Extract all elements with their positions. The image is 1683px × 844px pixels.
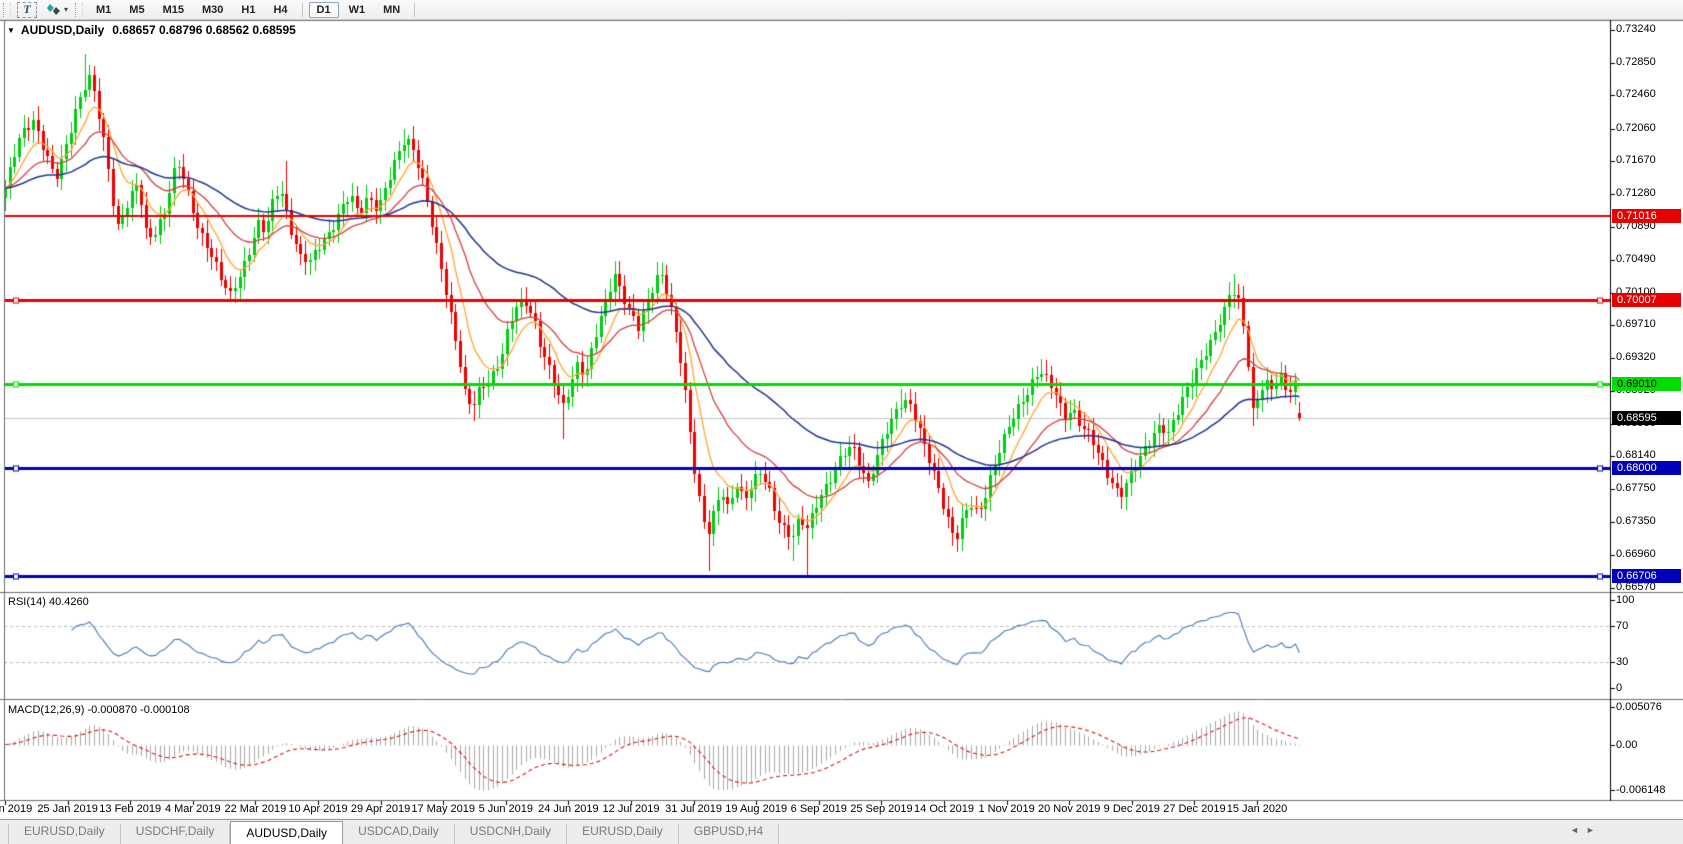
symbol-tab-usdcad-daily[interactable]: USDCAD,Daily (343, 824, 455, 844)
toolbar-grip[interactable] (75, 3, 83, 17)
rsi-scale-tick: 0 (1616, 682, 1622, 694)
price-axis-tick: 0.69320 (1616, 351, 1656, 363)
arrow-style-icon (46, 3, 61, 16)
chart-title: ▼ AUDUSD,Daily 0.68657 0.68796 0.68562 0… (7, 23, 296, 37)
date-axis-label: 7 Jan 2019 (0, 803, 32, 815)
timeframe-button-h1[interactable]: H1 (233, 2, 263, 18)
symbol-tab-usdchf-daily[interactable]: USDCHF,Daily (121, 824, 231, 844)
date-axis-label: 20 Nov 2019 (1038, 803, 1100, 815)
date-axis-label: 31 Jul 2019 (665, 803, 722, 815)
symbol-tab-gbpusd-h4[interactable]: GBPUSD,H4 (679, 824, 779, 844)
price-axis-tick: 0.71670 (1616, 154, 1656, 166)
price-axis-tick: 0.71280 (1616, 187, 1656, 199)
price-axis-tick: 0.68140 (1616, 449, 1656, 461)
date-axis-label: 25 Jan 2019 (37, 803, 98, 815)
price-axis-tick: 0.72060 (1616, 122, 1656, 134)
chart-symbol-label: AUDUSD,Daily (21, 23, 104, 37)
timeframe-button-m5[interactable]: M5 (121, 2, 152, 18)
chart-canvas[interactable] (0, 0, 1683, 843)
timeframe-toolbar: M1M5M15M30H1H4 D1W1MN (87, 2, 420, 18)
date-axis-label: 22 Mar 2019 (225, 803, 287, 815)
date-axis-label: 1 Nov 2019 (978, 803, 1034, 815)
trading-terminal: T ▾ M1M5M15M30H1H4 D1W1MN ▼ AUDUSD,Daily … (0, 0, 1683, 843)
price-axis-tick: 0.72850 (1616, 56, 1656, 68)
toolbar: T ▾ M1M5M15M30H1H4 D1W1MN (0, 0, 1683, 20)
rsi-scale-tick: 70 (1616, 620, 1628, 632)
date-axis-label: 14 Oct 2019 (914, 803, 974, 815)
macd-scale-tick: 0.00 (1616, 739, 1637, 751)
timeframe-button-m1[interactable]: M1 (88, 2, 119, 18)
timeframe-button-h4[interactable]: H4 (265, 2, 295, 18)
timeframe-button-w1[interactable]: W1 (341, 2, 374, 18)
timeframe-button-d1[interactable]: D1 (309, 2, 339, 18)
timeframe-button-m15[interactable]: M15 (155, 2, 192, 18)
level-price-badge: 0.66706 (1612, 569, 1681, 583)
date-axis-label: 24 Jun 2019 (538, 803, 599, 815)
chart-tabs-bar: EURUSD,DailyUSDCHF,DailyAUDUSD,DailyUSDC… (0, 819, 1683, 844)
collapse-triangle-icon[interactable]: ▼ (7, 26, 15, 35)
date-axis-label: 10 Apr 2019 (288, 803, 347, 815)
rsi-scale-tick: 30 (1616, 656, 1628, 668)
tabs-scroll-right-icon[interactable]: ► (1586, 825, 1595, 835)
rsi-indicator-label: RSI(14) 40.4260 (8, 596, 89, 608)
price-axis-tick: 0.72460 (1616, 88, 1656, 100)
level-price-badge: 0.70007 (1612, 293, 1681, 307)
macd-indicator-label: MACD(12,26,9) -0.000870 -0.000108 (8, 704, 190, 716)
chart-ohlc-values: 0.68657 0.68796 0.68562 0.68595 (112, 23, 296, 37)
toolbar-separator (414, 3, 415, 17)
date-axis-label: 15 Jan 2020 (1227, 803, 1288, 815)
price-axis-tick: 0.67750 (1616, 482, 1656, 494)
price-axis-tick: 0.73240 (1616, 23, 1656, 35)
level-price-badge: 0.71016 (1612, 209, 1681, 223)
symbol-tab-eurusd-daily[interactable]: EURUSD,Daily (567, 824, 679, 844)
timeframe-button-m30[interactable]: M30 (194, 2, 231, 18)
level-price-badge: 0.69010 (1612, 377, 1681, 391)
symbol-tab-usdcnh-daily[interactable]: USDCNH,Daily (455, 824, 567, 844)
dropdown-caret-icon: ▾ (64, 5, 68, 14)
toolbar-separator (302, 3, 303, 17)
date-axis-label: 25 Sep 2019 (850, 803, 912, 815)
price-axis-tick: 0.69710 (1616, 318, 1656, 330)
level-price-badge: 0.68000 (1612, 461, 1681, 475)
arrow-style-tool-button[interactable]: ▾ (42, 2, 72, 17)
text-tool-button[interactable]: T (17, 2, 37, 18)
price-axis-tick: 0.70490 (1616, 253, 1656, 265)
date-axis-label: 12 Jul 2019 (603, 803, 660, 815)
symbol-tab-audusd-daily[interactable]: AUDUSD,Daily (230, 821, 343, 844)
toolbar-grip[interactable] (3, 3, 11, 17)
timeframe-button-mn[interactable]: MN (375, 2, 408, 18)
rsi-scale-tick: 100 (1616, 594, 1634, 606)
macd-scale-tick: 0.005076 (1616, 701, 1662, 713)
date-axis-label: 5 Jun 2019 (479, 803, 533, 815)
date-axis-label: 17 May 2019 (411, 803, 475, 815)
tabs-scroll-left-icon[interactable]: ◄ (1570, 825, 1579, 835)
date-axis-label: 19 Aug 2019 (725, 803, 787, 815)
symbol-tab-eurusd-daily[interactable]: EURUSD,Daily (8, 824, 121, 844)
price-axis-tick: 0.67350 (1616, 515, 1656, 527)
price-axis-tick: 0.66960 (1616, 548, 1656, 560)
date-axis-label: 6 Sep 2019 (791, 803, 847, 815)
date-axis-label: 4 Mar 2019 (165, 803, 221, 815)
macd-scale-tick: -0.006148 (1616, 784, 1666, 796)
date-axis-label: 29 Apr 2019 (351, 803, 410, 815)
date-axis-label: 13 Feb 2019 (99, 803, 161, 815)
date-axis-label: 9 Dec 2019 (1104, 803, 1160, 815)
current-price-badge: 0.68595 (1612, 411, 1681, 425)
date-axis-label: 27 Dec 2019 (1163, 803, 1225, 815)
